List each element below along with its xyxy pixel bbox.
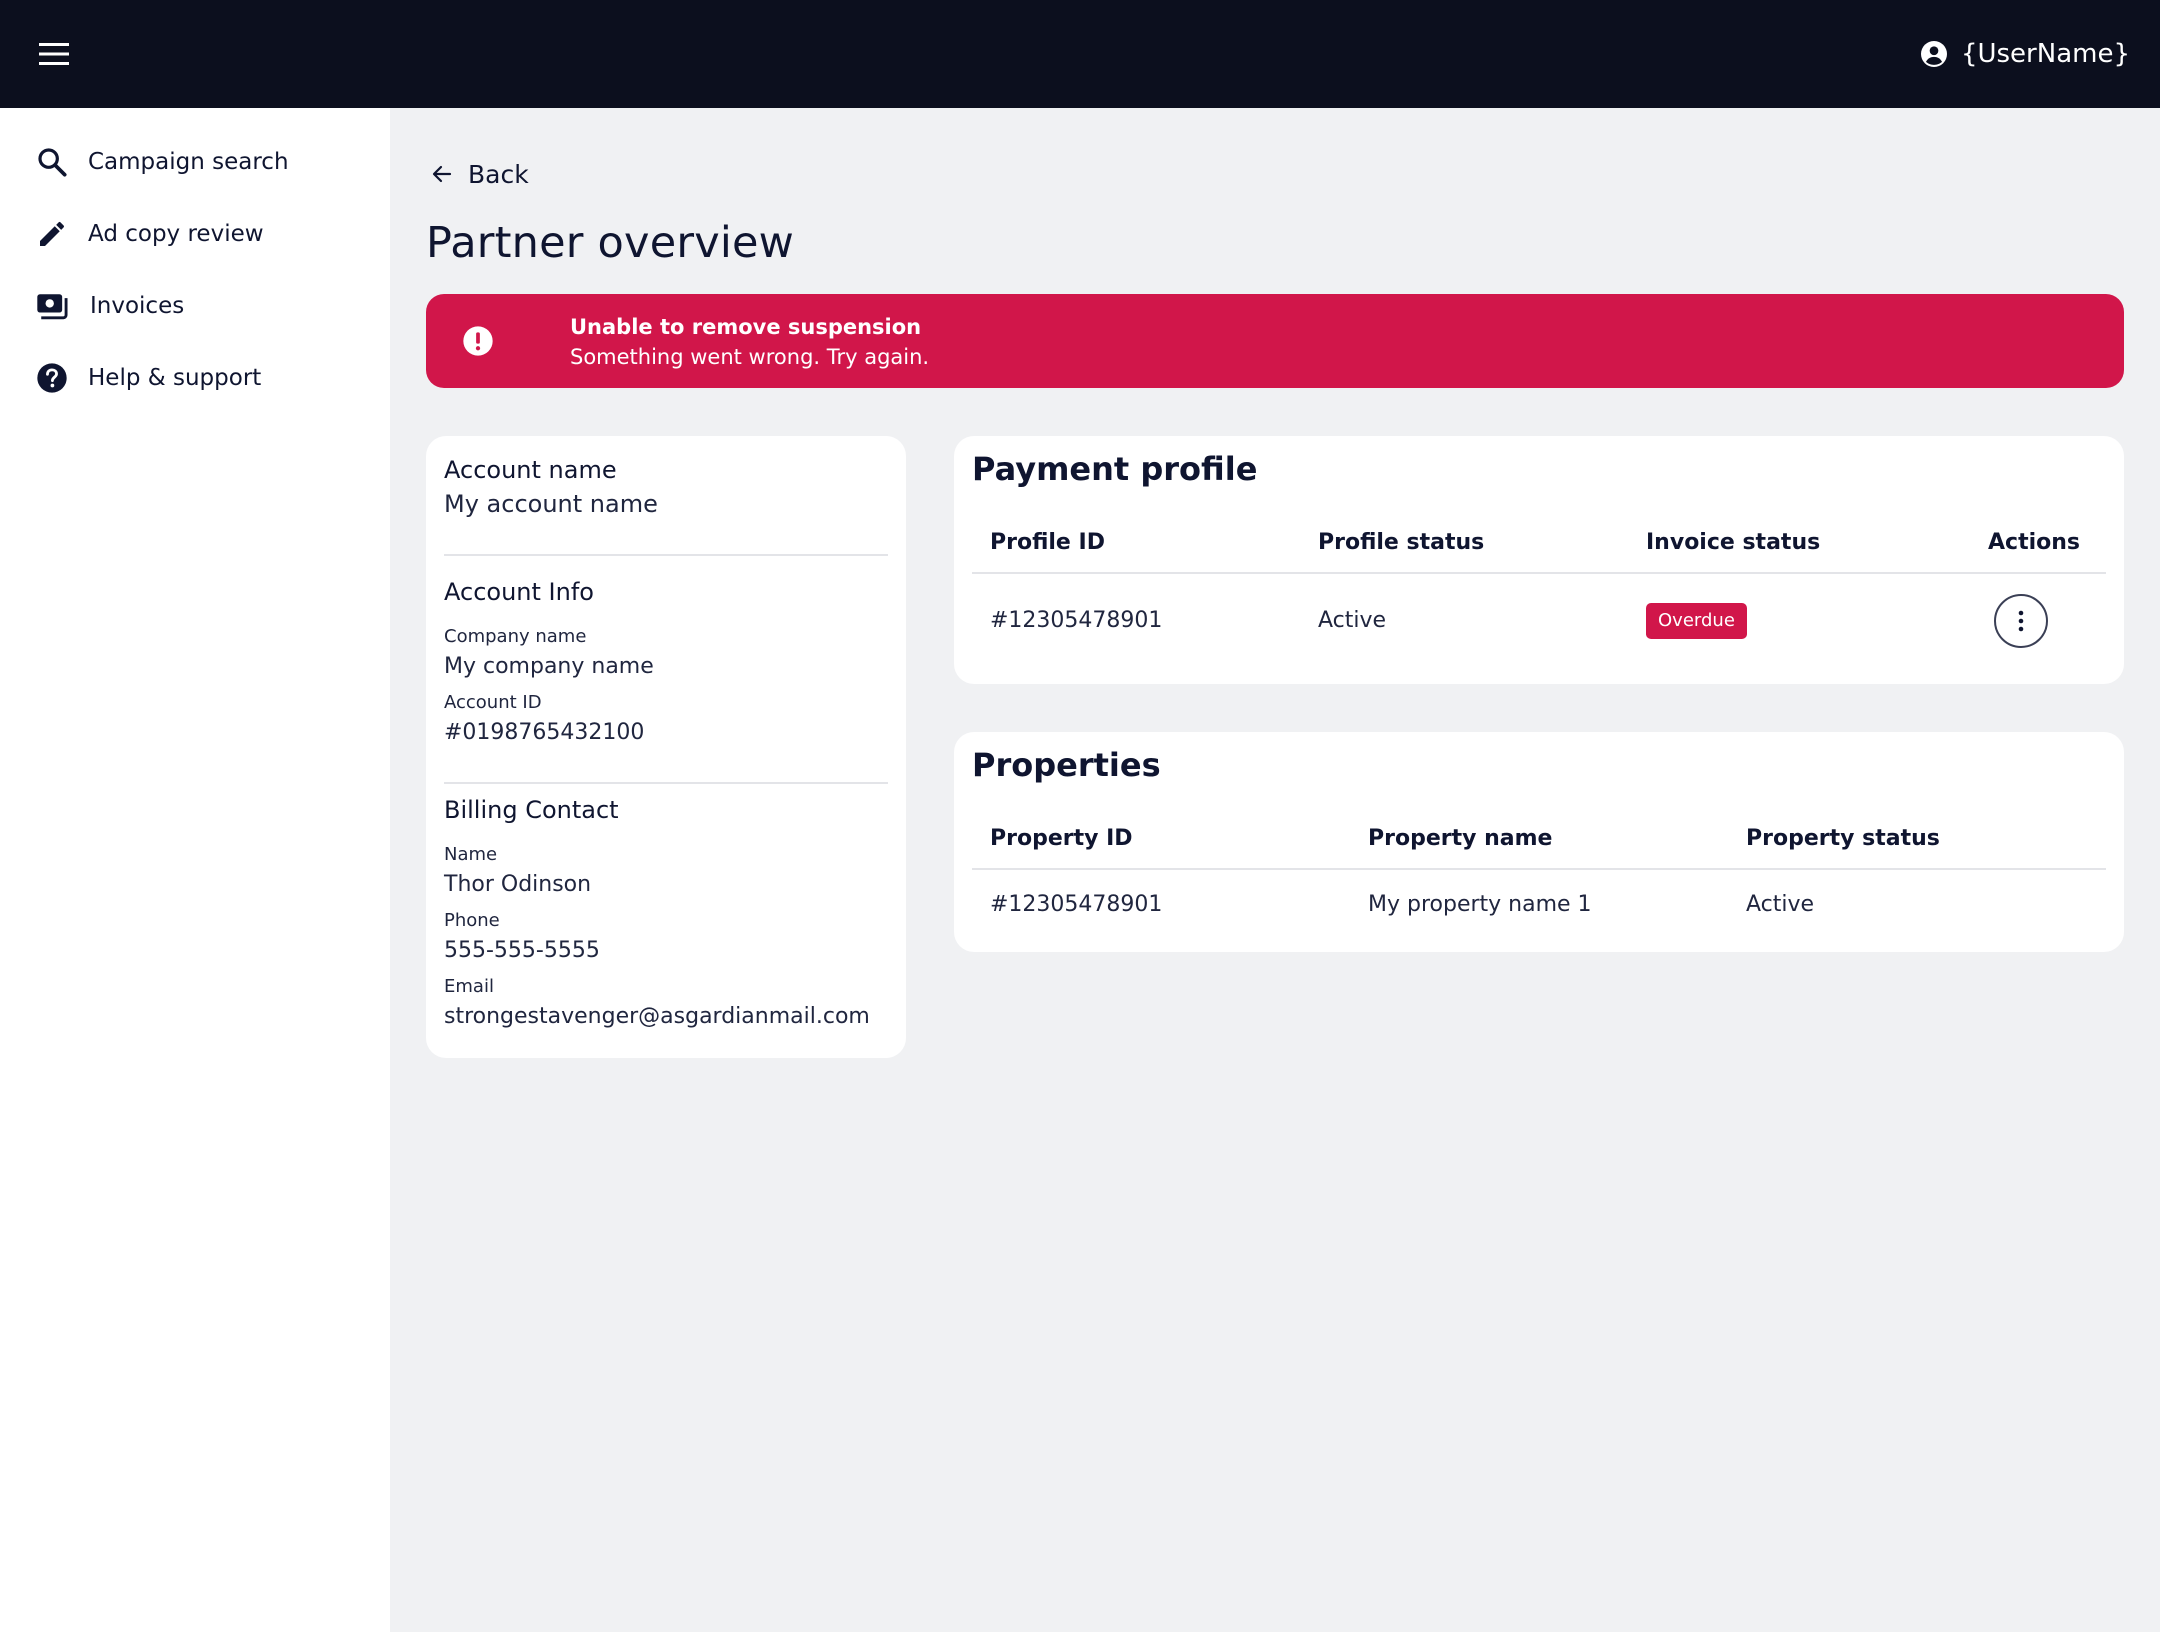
hamburger-menu-icon [39, 43, 69, 65]
column-header-property-status: Property status [1746, 826, 1940, 851]
email-label: Email [444, 976, 494, 997]
account-name-value: My account name [444, 490, 658, 518]
sidebar-item-label: Help & support [88, 365, 262, 391]
alert-text: Unable to remove suspension Something we… [570, 312, 929, 372]
account-circle-icon [1920, 41, 1947, 67]
account-card: Account name My account name Account Inf… [426, 436, 906, 1058]
billing-contact-title: Billing Contact [444, 796, 619, 824]
search-icon [38, 148, 67, 177]
phone-value: 555-555-5555 [444, 938, 600, 963]
menu-button[interactable] [30, 34, 78, 74]
back-label: Back [468, 159, 529, 189]
sidebar-item-label: Ad copy review [88, 221, 264, 247]
payment-profile-card: Payment profile Profile ID Profile statu… [954, 436, 2124, 684]
property-status-cell: Active [1746, 892, 1815, 917]
header-divider [972, 868, 2106, 870]
sidebar-item-help-support[interactable]: Help & support [36, 350, 261, 406]
error-alert: Unable to remove suspension Something we… [426, 294, 2124, 388]
sidebar-item-invoices[interactable]: Invoices [36, 278, 184, 334]
page-title: Partner overview [426, 218, 795, 268]
error-icon [463, 326, 493, 356]
more-vertical-icon [2018, 610, 2024, 632]
sidebar-item-label: Campaign search [88, 149, 289, 175]
phone-label: Phone [444, 910, 500, 931]
account-info-title: Account Info [444, 578, 594, 606]
contact-name-label: Name [444, 844, 498, 865]
top-app-bar: {UserName} [0, 0, 2160, 108]
profile-status-cell: Active [1318, 608, 1387, 633]
invoice-status-badge: Overdue [1646, 603, 1747, 639]
main-content: Back Partner overview Unable to remove s… [390, 108, 2160, 1632]
company-name-value: My company name [444, 654, 654, 679]
back-link[interactable]: Back [430, 154, 529, 194]
sidebar-item-label: Invoices [90, 293, 185, 319]
account-id-label: Account ID [444, 692, 542, 713]
column-header-actions: Actions [1988, 530, 2080, 555]
header-divider [972, 572, 2106, 574]
pencil-icon [40, 221, 65, 246]
properties-title: Properties [972, 746, 1161, 784]
sidebar-item-ad-copy-review[interactable]: Ad copy review [36, 206, 264, 262]
user-menu[interactable]: {UserName} [1920, 30, 2130, 78]
column-header-property-name: Property name [1368, 826, 1553, 851]
sidebar-item-campaign-search[interactable]: Campaign search [36, 134, 289, 190]
profile-id-cell: #12305478901 [990, 608, 1163, 633]
user-name: {UserName} [1960, 39, 2130, 69]
invoices-icon [37, 294, 68, 320]
arrow-left-icon [432, 165, 452, 183]
email-value: strongestavenger@asgardianmail.com [444, 1004, 870, 1029]
alert-title: Unable to remove suspension [570, 315, 922, 339]
property-id-cell: #12305478901 [990, 892, 1163, 917]
account-id-value: #0198765432100 [444, 720, 645, 745]
row-actions-button[interactable] [1994, 594, 2048, 648]
divider [444, 782, 888, 784]
column-header-profile-status: Profile status [1318, 530, 1485, 555]
divider [444, 554, 888, 556]
help-icon [37, 363, 67, 393]
column-header-profile-id: Profile ID [990, 530, 1105, 555]
column-header-property-id: Property ID [990, 826, 1133, 851]
sidebar: Campaign search Ad copy review Invoices … [0, 108, 390, 1632]
properties-card: Properties Property ID Property name Pro… [954, 732, 2124, 952]
payment-profile-title: Payment profile [972, 450, 1258, 488]
company-name-label: Company name [444, 626, 587, 647]
account-name-label: Account name [444, 456, 617, 484]
contact-name-value: Thor Odinson [444, 872, 592, 897]
property-name-cell: My property name 1 [1368, 892, 1592, 917]
alert-message: Something went wrong. Try again. [570, 345, 930, 369]
column-header-invoice-status: Invoice status [1646, 530, 1821, 555]
